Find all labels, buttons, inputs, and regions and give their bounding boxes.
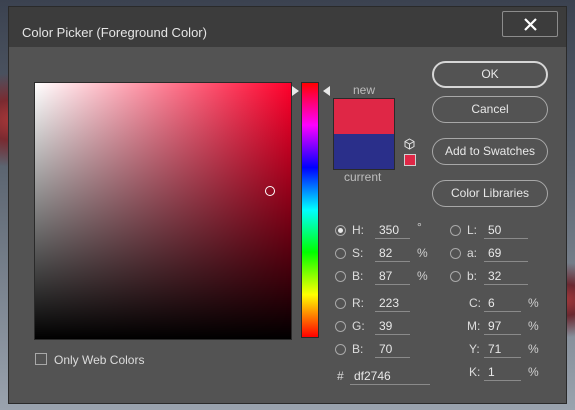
s-radio[interactable] bbox=[335, 248, 346, 259]
b-radio[interactable] bbox=[335, 271, 346, 282]
new-label: new bbox=[353, 83, 376, 97]
hue-slider-handle-left[interactable] bbox=[292, 86, 299, 96]
k-unit: % bbox=[528, 365, 539, 379]
h-radio[interactable] bbox=[335, 225, 346, 236]
new-color-swatch bbox=[334, 99, 394, 134]
rgb-b-label: B: bbox=[352, 342, 364, 356]
lab-b-field[interactable]: 32 bbox=[484, 268, 528, 285]
y-unit: % bbox=[528, 342, 539, 356]
ok-button[interactable]: OK bbox=[432, 61, 548, 88]
h-field[interactable]: 350 bbox=[375, 222, 410, 239]
g-field[interactable]: 39 bbox=[375, 318, 410, 335]
only-web-colors-label: Only Web Colors bbox=[54, 353, 145, 367]
rgb-b-field[interactable]: 70 bbox=[375, 341, 410, 358]
g-label: G: bbox=[352, 319, 365, 333]
title-bar: Color Picker (Foreground Color) bbox=[9, 7, 566, 47]
hex-field[interactable]: df2746 bbox=[350, 368, 430, 385]
h-label: H: bbox=[352, 223, 364, 237]
m-field[interactable]: 97 bbox=[484, 318, 521, 335]
dialog-title: Color Picker (Foreground Color) bbox=[22, 25, 207, 40]
color-libraries-button[interactable]: Color Libraries bbox=[432, 180, 548, 207]
s-unit: % bbox=[417, 246, 428, 260]
y-label: Y: bbox=[469, 342, 480, 356]
lab-b-radio[interactable] bbox=[450, 271, 461, 282]
a-label: a: bbox=[467, 246, 478, 260]
c-label: C: bbox=[469, 296, 481, 310]
h-unit: ° bbox=[417, 220, 422, 234]
current-color-swatch[interactable] bbox=[334, 134, 394, 169]
cancel-button[interactable]: Cancel bbox=[432, 96, 548, 123]
gamut-warning-swatch[interactable] bbox=[404, 154, 416, 166]
rgb-b-radio[interactable] bbox=[335, 344, 346, 355]
color-field[interactable] bbox=[34, 82, 292, 340]
color-picker-dialog: Color Picker (Foreground Color) new curr… bbox=[8, 6, 567, 404]
l-radio[interactable] bbox=[450, 225, 461, 236]
l-field[interactable]: 50 bbox=[484, 222, 528, 239]
only-web-colors-checkbox[interactable] bbox=[35, 353, 47, 365]
s-field[interactable]: 82 bbox=[375, 245, 410, 262]
current-label: current bbox=[344, 170, 382, 184]
k-label: K: bbox=[469, 365, 481, 379]
out-of-gamut-cube-icon[interactable] bbox=[404, 138, 415, 150]
hue-slider-handle-right[interactable] bbox=[323, 86, 330, 96]
r-radio[interactable] bbox=[335, 298, 346, 309]
m-label: M: bbox=[467, 319, 481, 333]
hex-label: # bbox=[337, 369, 344, 383]
a-field[interactable]: 69 bbox=[484, 245, 528, 262]
k-field[interactable]: 1 bbox=[484, 364, 521, 381]
b-label: B: bbox=[352, 269, 364, 283]
close-icon bbox=[524, 18, 537, 31]
add-to-swatches-button[interactable]: Add to Swatches bbox=[432, 138, 548, 165]
color-field-cursor[interactable] bbox=[265, 186, 275, 196]
a-radio[interactable] bbox=[450, 248, 461, 259]
c-unit: % bbox=[528, 296, 539, 310]
r-field[interactable]: 223 bbox=[375, 295, 410, 312]
r-label: R: bbox=[352, 296, 364, 310]
y-field[interactable]: 71 bbox=[484, 341, 521, 358]
l-label: L: bbox=[467, 223, 478, 237]
g-radio[interactable] bbox=[335, 321, 346, 332]
c-field[interactable]: 6 bbox=[484, 295, 521, 312]
b-unit: % bbox=[417, 269, 428, 283]
b-field[interactable]: 87 bbox=[375, 268, 410, 285]
hue-slider[interactable] bbox=[301, 82, 319, 338]
lab-b-label: b: bbox=[467, 269, 478, 283]
close-button[interactable] bbox=[502, 11, 558, 37]
s-label: S: bbox=[352, 246, 364, 260]
m-unit: % bbox=[528, 319, 539, 333]
